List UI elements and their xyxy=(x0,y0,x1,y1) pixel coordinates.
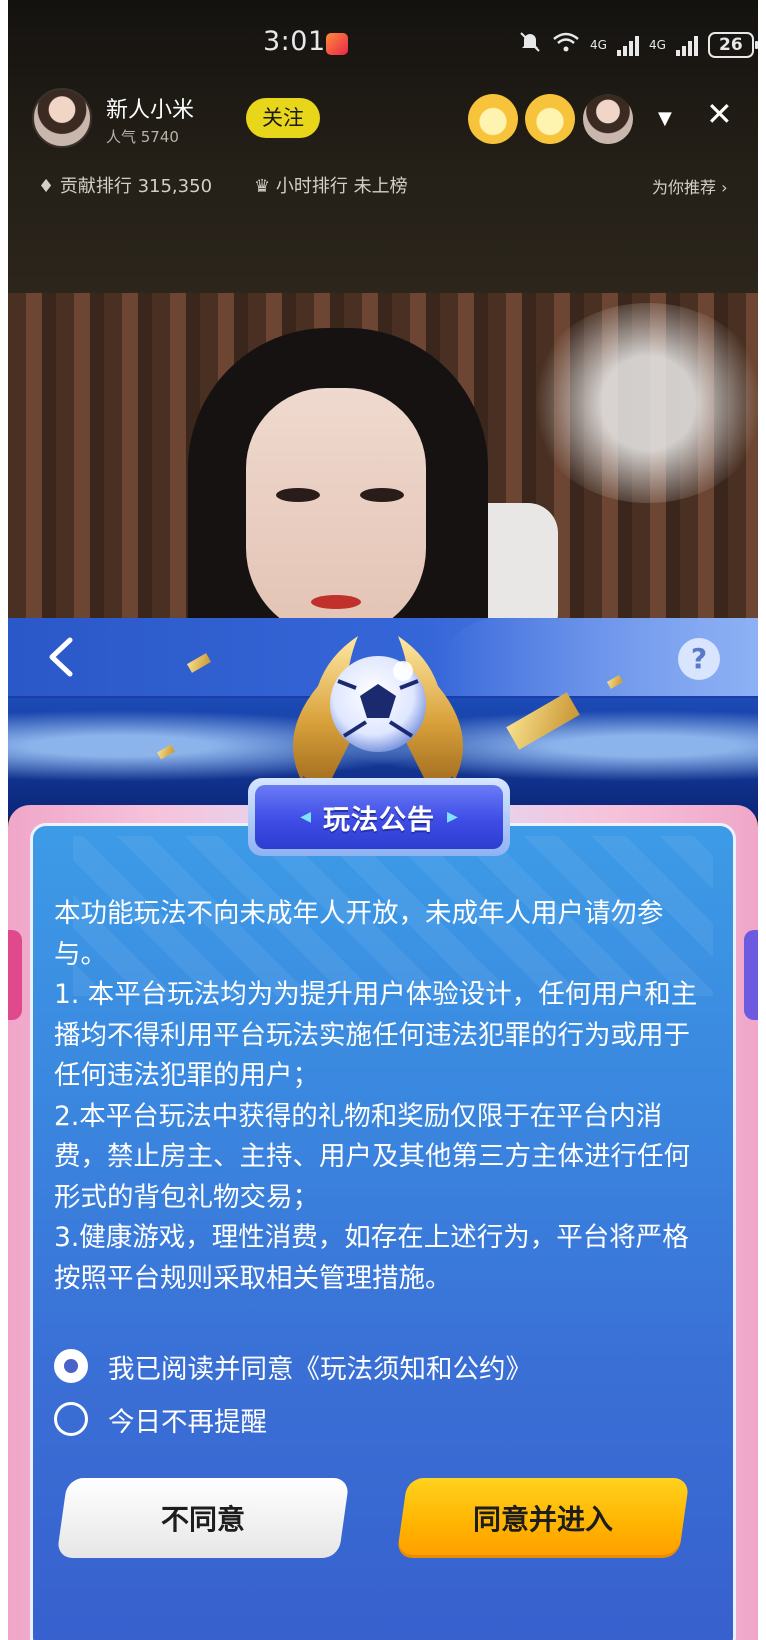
disagree-button[interactable]: 不同意 xyxy=(56,1478,350,1558)
recommend-link[interactable]: 为你推荐 › xyxy=(652,174,728,198)
mute-icon xyxy=(518,30,542,60)
streamer-avatar[interactable] xyxy=(32,88,92,148)
disagree-button-label: 不同意 xyxy=(160,1503,245,1536)
caret-down-icon[interactable]: ▼ xyxy=(658,108,672,129)
help-button[interactable]: ? xyxy=(678,638,720,680)
hourly-rank-text: 小时排行 未上榜 xyxy=(275,176,408,197)
streamer-eye xyxy=(276,488,320,502)
streamer-info-row: 新人小米 人气 5740 关注 ▼ ✕ xyxy=(8,88,758,154)
agree-terms-radio[interactable] xyxy=(54,1349,88,1383)
notice-paragraph: 本功能玩法不向未成年人开放，未成年人用户请勿参与。 xyxy=(54,898,664,970)
streamer-popularity: 人气 5740 xyxy=(106,128,179,146)
network-label-1: 4G xyxy=(590,38,607,52)
chevron-left-icon xyxy=(49,637,73,677)
live-room-header: 3:01 4G 4G 26 新人小米 人气 5740 关注 ▼ ✕ ♦ 贡献排行… xyxy=(8,0,758,300)
agree-enter-button[interactable]: 同意并进入 xyxy=(396,1478,690,1558)
triangle-right-icon: ▶ xyxy=(447,809,458,825)
agree-enter-button-label: 同意并进入 xyxy=(472,1503,613,1536)
notice-body: 本功能玩法不向未成年人开放，未成年人用户请勿参与。 1. 本平台玩法均为为提升用… xyxy=(54,894,714,1299)
status-icons: 4G 4G 26 xyxy=(518,30,758,60)
streamer-lips xyxy=(311,595,361,609)
back-button[interactable] xyxy=(42,632,82,682)
status-bar: 3:01 4G 4G 26 xyxy=(8,22,758,66)
signal-icon xyxy=(675,34,698,56)
close-icon[interactable]: ✕ xyxy=(706,96,733,132)
streamer-name[interactable]: 新人小米 xyxy=(106,92,194,124)
wifi-icon xyxy=(552,31,580,59)
streamer-face xyxy=(246,388,426,623)
notice-title: 玩法公告 xyxy=(323,804,435,836)
notice-title-box: ◀ 玩法公告 ▶ xyxy=(255,785,503,849)
side-decoration-right xyxy=(744,930,758,1020)
background-light xyxy=(528,303,758,503)
rank-row: ♦ 贡献排行 315,350 ♛ 小时排行 未上榜 为你推荐 › xyxy=(8,170,758,204)
no-remind-radio[interactable] xyxy=(54,1402,88,1436)
viewer-avatar[interactable] xyxy=(583,94,633,144)
notice-paragraph: 1. 本平台玩法均为为提升用户体验设计，任何用户和主播均不得利用平台玩法实施任何… xyxy=(54,979,698,1091)
streamer-eye xyxy=(360,488,404,502)
agree-terms-label: 我已阅读并同意《玩法须知和公约》 xyxy=(108,1353,532,1385)
agree-terms-option[interactable]: 我已阅读并同意《玩法须知和公约》 xyxy=(54,1346,532,1386)
battery-indicator: 26 xyxy=(707,32,758,58)
contribution-rank-text: 贡献排行 315,350 xyxy=(59,176,213,197)
side-decoration-left xyxy=(8,930,22,1020)
no-remind-option[interactable]: 今日不再提醒 xyxy=(54,1399,267,1439)
signal-icon xyxy=(616,34,639,56)
phone-screen: 3:01 4G 4G 26 新人小米 人气 5740 关注 ▼ ✕ ♦ 贡献排行… xyxy=(8,0,758,1640)
viewer-avatar[interactable] xyxy=(468,94,518,144)
viewer-avatar[interactable] xyxy=(525,94,575,144)
diamond-icon: ♦ xyxy=(38,176,60,197)
question-icon: ? xyxy=(690,642,708,675)
notice-paragraph: 2.本平台玩法中获得的礼物和奖励仅限于在平台内消费，禁止房主、主持、用户及其他第… xyxy=(54,1100,690,1213)
live-video xyxy=(8,293,758,623)
crown-icon: ♛ xyxy=(254,176,276,197)
network-label-2: 4G xyxy=(648,38,666,52)
notice-title-badge: ◀ 玩法公告 ▶ xyxy=(248,778,510,856)
status-time: 3:01 xyxy=(263,26,326,57)
triangle-left-icon: ◀ xyxy=(300,809,311,825)
hourly-rank[interactable]: ♛ 小时排行 未上榜 xyxy=(254,172,408,198)
app-notification-icon xyxy=(326,33,348,55)
no-remind-label: 今日不再提醒 xyxy=(108,1406,267,1438)
notice-paragraph: 3.健康游戏，理性消费，如存在上述行为，平台将严格按照平台规则采取相关管理措施。 xyxy=(54,1222,689,1294)
contribution-rank[interactable]: ♦ 贡献排行 315,350 xyxy=(38,172,212,198)
follow-button[interactable]: 关注 xyxy=(246,98,320,138)
